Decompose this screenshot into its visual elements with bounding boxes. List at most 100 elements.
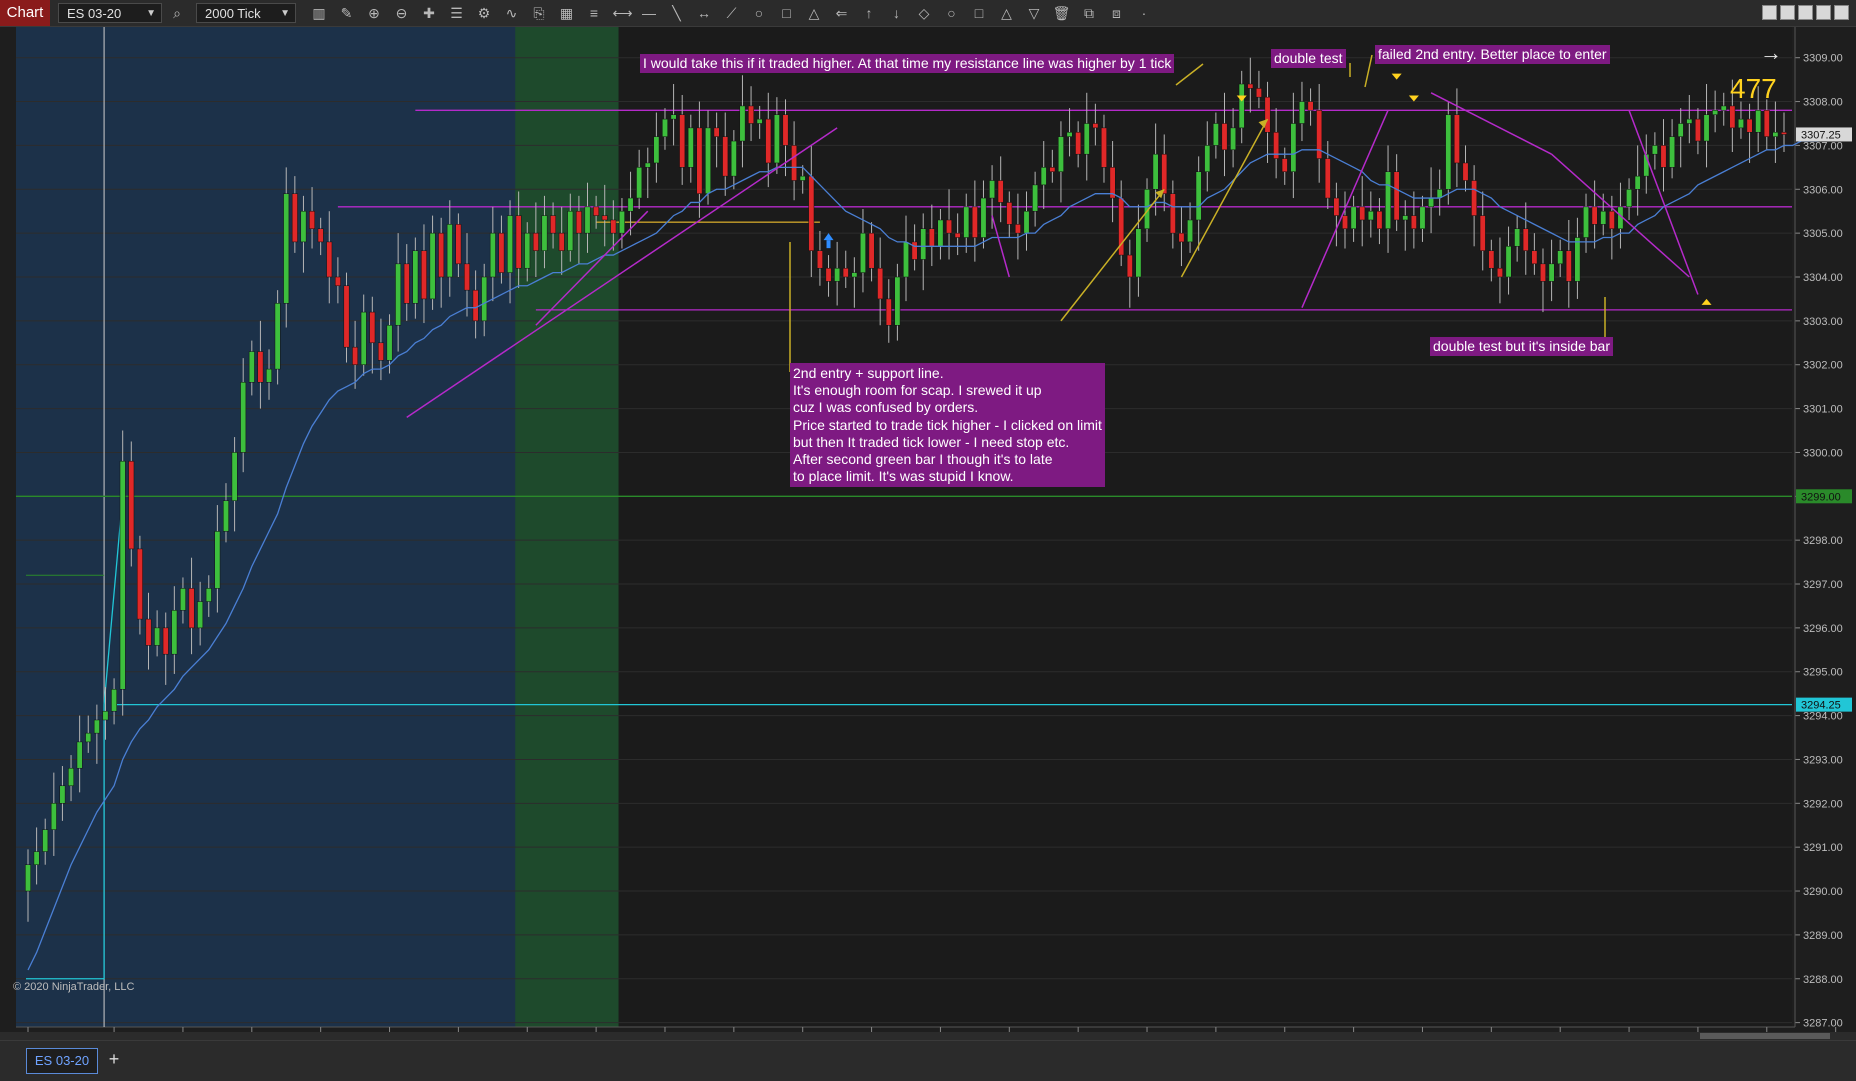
candle-body (963, 206, 970, 238)
square-icon[interactable]: △ (998, 4, 1016, 22)
zoom-in-icon[interactable]: ⊕ (365, 4, 383, 22)
zoom-out-icon[interactable]: ⊖ (393, 4, 411, 22)
candle-body (1634, 175, 1641, 190)
y-tick-label: 3304.00 (1803, 272, 1843, 284)
y-tick-label: 3293.00 (1803, 754, 1843, 766)
candle-body (223, 500, 229, 532)
remove-drawings-icon[interactable]: ⧉ (1080, 4, 1098, 22)
strategy-icon[interactable]: ⚙ (475, 4, 493, 22)
candle-body (1393, 171, 1400, 221)
tick-counter: 477 (1730, 73, 1777, 104)
chart-menu-button[interactable]: Chart (0, 0, 50, 26)
candle-body (369, 311, 376, 344)
candle-body (791, 145, 798, 181)
candle-body (1591, 206, 1598, 225)
candle-body (438, 232, 445, 278)
candle-body (885, 298, 892, 326)
candle-body (541, 215, 548, 251)
candle-body (1565, 250, 1572, 282)
annotation-double-test: double test (1271, 49, 1346, 68)
region-icon[interactable]: ↑ (860, 4, 878, 22)
candle-body (1359, 206, 1366, 221)
ray-icon[interactable]: — (640, 4, 658, 22)
dot-icon[interactable]: □ (970, 4, 988, 22)
candle-body (25, 864, 31, 892)
candle-body (1187, 219, 1193, 243)
tab-es-03-20[interactable]: ES 03-20 (26, 1048, 98, 1074)
ellipse-icon[interactable]: □ (778, 4, 796, 22)
candle-body (1066, 132, 1073, 137)
candle-body (1428, 197, 1434, 208)
diamond-icon[interactable]: ○ (943, 4, 961, 22)
add-tab-button[interactable]: + (104, 1048, 124, 1072)
candle-body (550, 215, 556, 234)
ruler-icon[interactable]: ≡ (585, 4, 603, 22)
candle-body (1023, 210, 1030, 234)
arrow-down-icon[interactable]: ◇ (915, 4, 933, 22)
scroll-to-latest-icon[interactable]: → (1760, 40, 1782, 66)
draw-icon[interactable]: ✎ (338, 4, 356, 22)
horizontal-line-icon[interactable]: ⟋ (723, 4, 741, 22)
candle-body (670, 114, 677, 120)
y-tick-label: 3305.00 (1803, 228, 1843, 240)
triangle-up-icon[interactable]: ▽ (1025, 4, 1043, 22)
candle-body (946, 219, 952, 234)
candle-body (851, 272, 858, 278)
line-icon[interactable]: ⟷ (613, 4, 633, 22)
triangle-down-icon[interactable]: 🗑 (1053, 4, 1071, 22)
candle-body (403, 263, 410, 304)
extended-line-icon[interactable]: ╲ (668, 4, 686, 22)
candle-body (722, 136, 729, 177)
window-tile-button[interactable] (1762, 5, 1777, 20)
vertical-line-icon[interactable]: ○ (750, 4, 768, 22)
candle-body (240, 382, 247, 453)
snapshot-icon[interactable]: · (1135, 4, 1153, 22)
candle-body (825, 267, 832, 282)
candle-body (937, 219, 944, 247)
candle-body (42, 829, 49, 852)
triangle-icon[interactable]: ⇐ (833, 4, 851, 22)
candle-body (395, 263, 402, 326)
chart-trader-icon[interactable]: ▦ (558, 4, 576, 22)
candle-body (481, 276, 488, 322)
y-tick-label: 3296.00 (1803, 623, 1843, 635)
y-tick-label: 3300.00 (1803, 447, 1843, 459)
candle-body (1540, 263, 1546, 282)
candle-body (205, 588, 212, 602)
window-restore-button[interactable] (1780, 5, 1795, 20)
candle-body (1049, 167, 1056, 172)
candle-body (188, 588, 195, 629)
arrow-line-icon[interactable]: ↔ (695, 4, 713, 22)
candle-body (93, 719, 100, 734)
y-tick-label: 3303.00 (1803, 316, 1843, 328)
rectangle-icon[interactable]: △ (805, 4, 823, 22)
candle-body (1152, 153, 1159, 190)
interval-selector[interactable]: 2000 Tick ▼ (196, 3, 296, 23)
window-maximize-button[interactable] (1816, 5, 1831, 20)
candle-body (1290, 123, 1297, 172)
y-tick-label: 3298.00 (1803, 535, 1843, 547)
price-marker-label: 3299.00 (1801, 491, 1841, 503)
candle-body (1583, 206, 1589, 238)
candle-body (679, 114, 686, 168)
candle-body (197, 601, 204, 629)
candle-body (507, 215, 513, 273)
bars-type-icon[interactable]: ▥ (310, 4, 328, 22)
template-icon[interactable]: ⎘ (530, 4, 548, 22)
arrow-up-icon[interactable]: ↓ (888, 4, 906, 22)
candle-body (515, 215, 522, 269)
instrument-selector[interactable]: ES 03-20 ▼ (58, 3, 162, 23)
price-chart[interactable]: 3287.00 3288.00 3289.00 3290.00 3291.00 3292.… (0, 27, 1856, 1040)
chevron-down-icon: ▼ (280, 8, 290, 19)
crosshair-icon[interactable]: ✚ (420, 4, 438, 22)
window-close-button[interactable] (1834, 5, 1849, 20)
candle-body (489, 232, 496, 278)
window-minimize-button[interactable] (1798, 5, 1813, 20)
magnifier-icon[interactable]: ⌕ (168, 4, 186, 22)
copy-icon[interactable]: ⧈ (1108, 4, 1126, 22)
indicator-icon[interactable]: ∿ (503, 4, 521, 22)
candle-body (1264, 96, 1271, 133)
session-band (515, 27, 619, 1027)
candle-body (1006, 202, 1013, 225)
properties-icon[interactable]: ☰ (448, 4, 466, 22)
